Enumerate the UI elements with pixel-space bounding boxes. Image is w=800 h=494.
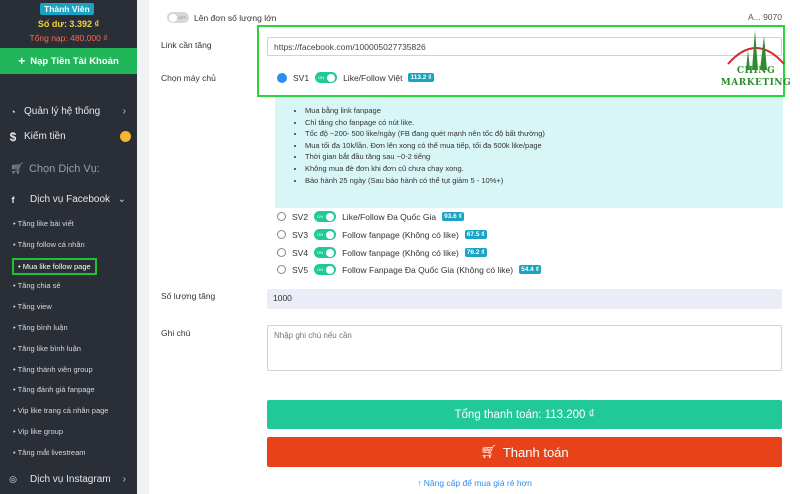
sidebar-facebook-item[interactable]: • Tăng follow cá nhân: [13, 240, 85, 249]
dollar-icon: $: [9, 129, 17, 144]
bulk-order-row: OFF Lên đơn số lượng lớn: [167, 12, 276, 23]
coin-icon: [120, 131, 131, 142]
server-price-badge: 67.5 ₫: [464, 230, 487, 239]
menu-earn-label: Kiếm tiền: [24, 131, 66, 142]
topup-label: Nạp Tiền Tài Khoản: [30, 55, 119, 67]
server-option-sv3[interactable]: SV3 ON Follow fanpage (Không có like) 67.5 …: [277, 229, 487, 240]
server-code: SV1: [293, 72, 310, 83]
deposit-total-text: Tổng nạp: 480.000 ₫: [29, 33, 108, 43]
sidebar-facebook-item[interactable]: • Tăng view: [13, 302, 52, 311]
server-code: SV5: [292, 264, 309, 275]
logo-line1: CHING: [736, 66, 776, 76]
sidebar-facebook-item[interactable]: • Tăng chia sẻ: [13, 281, 61, 290]
bulk-order-toggle[interactable]: OFF: [167, 12, 189, 23]
server-radio[interactable]: [277, 265, 286, 274]
highlight-frame: [257, 25, 785, 97]
top-right-stat: A... 9070: [747, 12, 782, 22]
sidebar-facebook-item[interactable]: • Tăng đánh giá fanpage: [13, 385, 95, 394]
menu-facebook[interactable]: f Dịch vụ Facebook ⌄: [8, 194, 130, 205]
service-info-item: Mua bằng link fanpage: [305, 105, 771, 117]
server-radio[interactable]: [277, 212, 286, 221]
server-name: Like/Follow Việt: [343, 72, 403, 83]
logo-line2: MARKETING: [720, 78, 792, 88]
topup-button[interactable]: + Nạp Tiền Tài Khoản: [0, 48, 137, 74]
note-textarea[interactable]: [267, 325, 782, 371]
quantity-label: Số lượng tăng: [161, 291, 216, 301]
server-code: SV3: [292, 229, 309, 240]
section-label: Chọn Dịch Vụ:: [28, 162, 100, 175]
facebook-icon: f: [11, 194, 15, 205]
total-payment-bar: Tổng thanh toán: 113.200 ₫: [267, 400, 782, 429]
facebook-group-label: Dịch vụ Facebook: [30, 194, 111, 205]
sidebar-facebook-item[interactable]: • Tăng like bình luận: [13, 344, 81, 353]
service-info-item: Thời gian bắt đầu tăng sau ~0-2 tiếng: [305, 151, 771, 163]
sidebar-facebook-item[interactable]: • Tăng like bài viết: [13, 219, 74, 228]
server-name: Like/Follow Đa Quốc Gia: [342, 211, 437, 222]
server-price-badge: 54.4 ₫: [519, 265, 541, 274]
server-name: Follow fanpage (Không có like): [342, 247, 459, 258]
server-option-sv5[interactable]: SV5 ON Follow Fanpage Đa Quốc Gia (Không c…: [277, 264, 541, 275]
member-badge: Thành Viên: [40, 3, 94, 15]
order-panel: OFF Lên đơn số lượng lớn A... 9070 Link …: [149, 0, 800, 494]
quantity-input[interactable]: 1000: [267, 289, 782, 309]
pay-button[interactable]: 🛒︎ Thanh toán: [267, 437, 782, 467]
server-option-sv1[interactable]: SV1 ON Like/Follow Việt 113.2 ₫: [277, 72, 434, 83]
choose-service-section: 🛒︎ Chọn Dịch Vụ:: [10, 162, 100, 176]
gauge-icon: ◔: [10, 106, 16, 117]
menu-earn[interactable]: $ Kiếm tiền: [8, 129, 131, 144]
service-info-item: Bảo hành 25 ngày (Sau bảo hành có thể tụ…: [305, 175, 771, 187]
pay-label: Thanh toán: [502, 444, 569, 460]
server-toggle[interactable]: ON: [315, 72, 338, 83]
note-label: Ghi chú: [161, 328, 191, 338]
server-label: Chọn máy chủ: [161, 73, 216, 83]
server-option-sv4[interactable]: SV4 ON Follow fanpage (Không có like) 76.2 …: [277, 247, 487, 258]
service-info-list: Mua bằng link fanpageChỉ tăng cho fanpag…: [295, 105, 771, 186]
cart-icon: 🛒︎: [10, 163, 24, 175]
server-code: SV2: [292, 211, 309, 222]
chevron-right-icon: ›: [122, 106, 126, 117]
menu-system[interactable]: ◔ Quản lý hệ thống ›: [8, 106, 130, 117]
chevron-down-icon: ⌄: [117, 194, 126, 205]
server-radio[interactable]: [277, 248, 286, 257]
sidebar-facebook-item[interactable]: • Mua like follow page: [12, 257, 97, 275]
server-name: Follow Fanpage Đa Quốc Gia (Không có lik…: [342, 264, 514, 275]
sidebar: Thành Viên Số dư: 3.392 ₫ Tổng nạp: 480.…: [0, 0, 137, 494]
service-info-item: Mua tối đa 10k/lần. Đơn lên xong có thể …: [305, 140, 771, 152]
server-price-badge: 113.2 ₫: [408, 73, 434, 82]
service-info-item: Tốc độ ~200- 500 like/ngày (FB đang quét…: [305, 128, 771, 140]
service-info-box: Mua bằng link fanpageChỉ tăng cho fanpag…: [275, 97, 783, 208]
sidebar-facebook-item[interactable]: • Tăng mắt livestream: [13, 448, 86, 457]
chevron-right-icon: ›: [122, 474, 126, 485]
service-info-item: Chỉ tăng cho fanpage có nút like.: [305, 117, 771, 129]
upgrade-link[interactable]: ↑ Nâng cấp để mua giá rẻ hơn: [149, 478, 800, 488]
instagram-group-label: Dịch vụ Instagram: [30, 474, 111, 485]
cart-icon: 🛒︎: [480, 444, 497, 459]
sidebar-facebook-item[interactable]: • Tăng bình luận: [13, 323, 68, 332]
menu-instagram[interactable]: ◎ Dịch vụ Instagram ›: [8, 474, 130, 485]
bulk-order-label: Lên đơn số lượng lớn: [194, 12, 277, 23]
plus-icon: +: [18, 54, 26, 68]
server-name: Follow fanpage (Không có like): [342, 229, 459, 240]
server-code: SV4: [292, 247, 309, 258]
sidebar-facebook-item[interactable]: • Vip like trang cá nhân page: [13, 406, 108, 415]
menu-system-label: Quản lý hệ thống: [24, 106, 101, 117]
server-option-sv2[interactable]: SV2 ON Like/Follow Đa Quốc Gia 93.6 ₫: [277, 211, 464, 222]
server-toggle[interactable]: ON: [314, 229, 337, 240]
link-label: Link cần tăng: [161, 40, 212, 50]
server-toggle[interactable]: ON: [314, 211, 337, 222]
sidebar-facebook-item[interactable]: • Tăng thành viên group: [13, 365, 93, 374]
sidebar-facebook-item[interactable]: • Vip like group: [13, 427, 63, 436]
service-info-item: Không mua đè đơn khi đơn cũ chưa chạy xo…: [305, 163, 771, 175]
server-price-badge: 93.6 ₫: [442, 212, 464, 221]
server-radio[interactable]: [277, 72, 287, 83]
server-toggle[interactable]: ON: [314, 247, 337, 258]
server-price-badge: 76.2 ₫: [464, 248, 487, 257]
server-radio[interactable]: [277, 230, 286, 239]
server-toggle[interactable]: ON: [314, 264, 337, 275]
instagram-icon: ◎: [9, 474, 17, 484]
balance-text: Số dư: 3.392 ₫: [37, 19, 100, 29]
